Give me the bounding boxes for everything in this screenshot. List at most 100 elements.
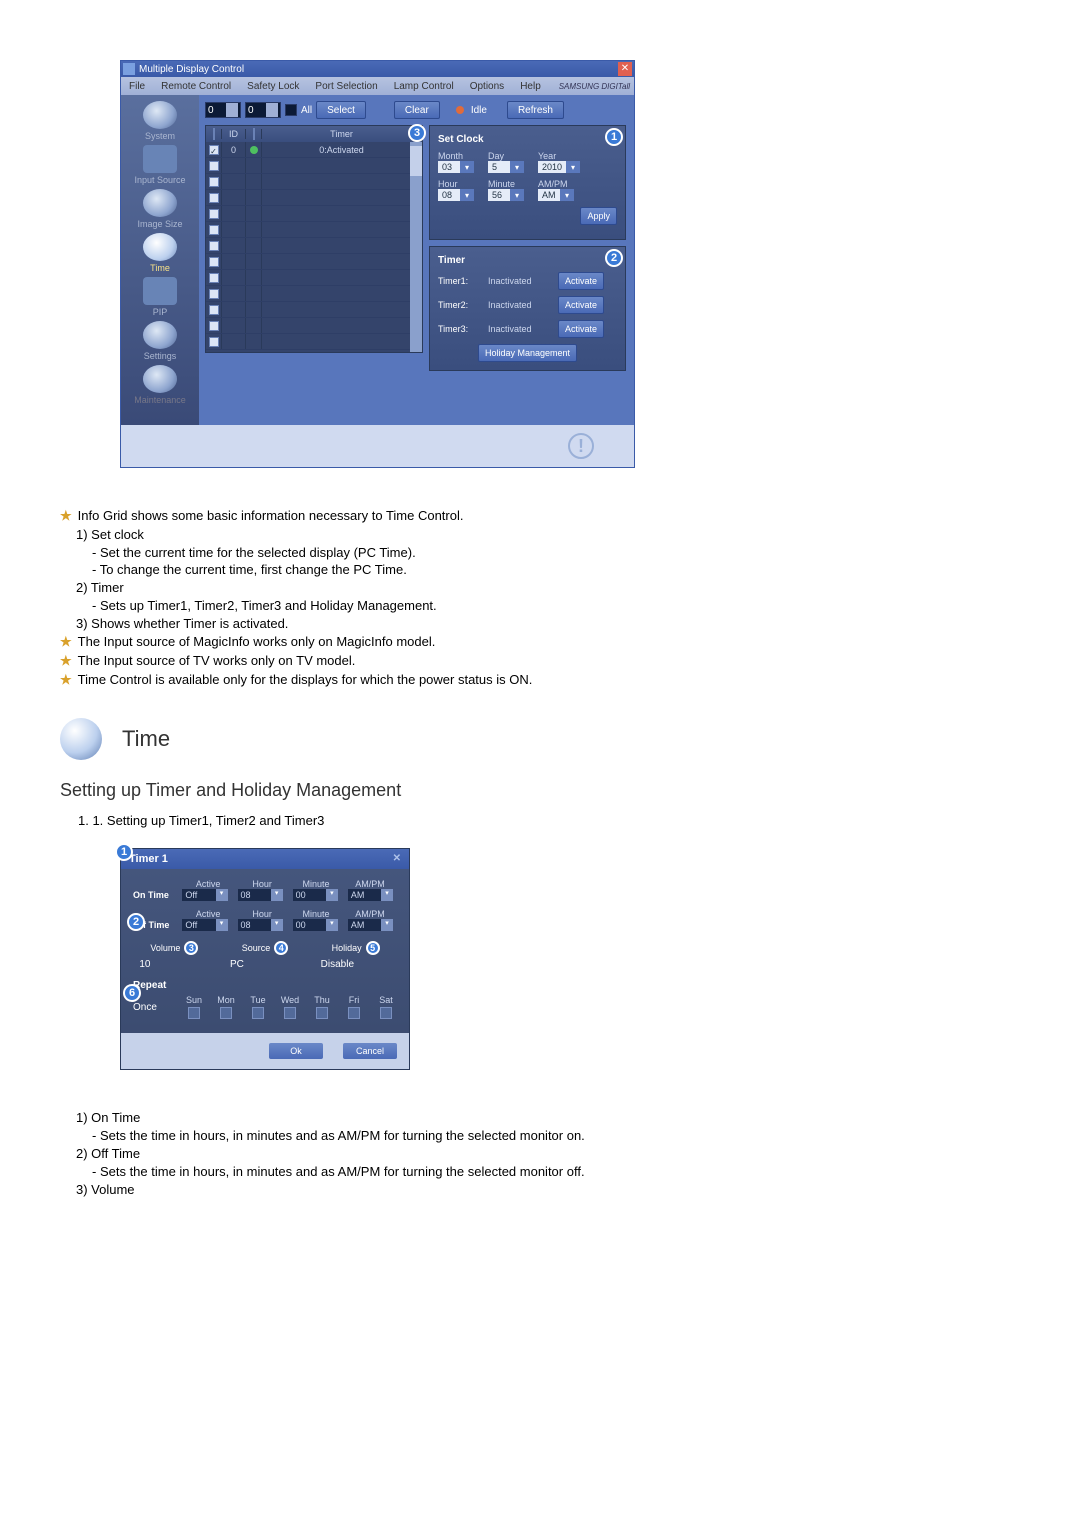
row-checkbox[interactable]	[209, 209, 219, 219]
grid-row[interactable]	[206, 206, 422, 222]
row-checkbox[interactable]	[209, 273, 219, 283]
row-checkbox[interactable]	[209, 177, 219, 187]
callout-1: 1	[605, 128, 623, 146]
repeat-select[interactable]: Once	[133, 1002, 173, 1013]
sidebar-item-image[interactable]: Image Size	[130, 189, 190, 229]
sidebar-item-time[interactable]: Time	[130, 233, 190, 273]
sidebar-item-input[interactable]: Input Source	[130, 145, 190, 185]
on-active-select[interactable]: Off	[182, 889, 227, 901]
activate-button[interactable]: Activate	[558, 320, 604, 338]
grid-row[interactable]	[206, 318, 422, 334]
ok-button[interactable]: Ok	[269, 1043, 323, 1059]
grid-row[interactable]	[206, 190, 422, 206]
grid-row[interactable]	[206, 238, 422, 254]
all-checkbox[interactable]	[285, 104, 297, 116]
day-select[interactable]: 5	[488, 161, 530, 173]
close-icon[interactable]: ✕	[393, 853, 401, 865]
cancel-button[interactable]: Cancel	[343, 1043, 397, 1059]
callout-1: 1	[115, 843, 133, 861]
dialog-footer: Ok Cancel	[121, 1033, 409, 1069]
sidebar-item-pip[interactable]: PIP	[130, 277, 190, 317]
col-ampm: AM/PM	[343, 879, 397, 889]
header-status-icon	[253, 128, 255, 140]
off-active-select[interactable]: Off	[182, 919, 227, 931]
header-checkbox-icon[interactable]	[213, 128, 215, 140]
system-icon	[143, 101, 177, 129]
menu-options[interactable]: Options	[466, 81, 508, 92]
grid-row[interactable]: 0 0:Activated	[206, 142, 422, 158]
month-select[interactable]: 03	[438, 161, 480, 173]
callout-3: 3	[408, 124, 426, 142]
spinner-to[interactable]: 0	[245, 102, 281, 118]
sidebar-item-maintenance[interactable]: Maintenance	[130, 365, 190, 405]
menu-remote[interactable]: Remote Control	[157, 81, 235, 92]
off-minute-select[interactable]: 00	[293, 919, 338, 931]
dialog-titlebar[interactable]: Timer 1 ✕	[121, 849, 409, 869]
day-checkbox[interactable]	[220, 1007, 232, 1019]
row-checkbox[interactable]	[209, 225, 219, 235]
hour-select[interactable]: 08	[438, 189, 480, 201]
scrollbar-thumb[interactable]	[410, 146, 422, 176]
apply-button[interactable]: Apply	[580, 207, 617, 225]
menu-port[interactable]: Port Selection	[311, 81, 381, 92]
menu-lamp[interactable]: Lamp Control	[390, 81, 458, 92]
day-checkbox[interactable]	[316, 1007, 328, 1019]
minute-select[interactable]: 56	[488, 189, 530, 201]
select-button[interactable]: Select	[316, 101, 366, 119]
row-checkbox[interactable]	[209, 257, 219, 267]
row-checkbox[interactable]	[209, 145, 219, 155]
activate-button[interactable]: Activate	[558, 272, 604, 290]
source-select[interactable]: PC	[230, 959, 300, 970]
scrollbar[interactable]	[410, 142, 422, 352]
grid-row[interactable]	[206, 158, 422, 174]
row-checkbox[interactable]	[209, 289, 219, 299]
grid-row[interactable]	[206, 334, 422, 350]
menu-safety[interactable]: Safety Lock	[243, 81, 303, 92]
menu-help[interactable]: Help	[516, 81, 545, 92]
toolbar: 0 0 All Select Clear Idle Refresh	[205, 101, 626, 119]
refresh-button[interactable]: Refresh	[507, 101, 564, 119]
clear-button[interactable]: Clear	[394, 101, 440, 119]
on-time-label: On Time	[133, 890, 176, 900]
day-checkbox[interactable]	[348, 1007, 360, 1019]
sidebar-item-settings[interactable]: Settings	[130, 321, 190, 361]
chevron-down-icon	[326, 889, 338, 901]
panel-title: Timer	[438, 255, 617, 266]
on-ampm-select[interactable]: AM	[348, 889, 393, 901]
grid-row[interactable]	[206, 174, 422, 190]
doc-line: Info Grid shows some basic information n…	[78, 508, 464, 524]
holiday-button[interactable]: Holiday Management	[478, 344, 577, 362]
grid-row[interactable]	[206, 270, 422, 286]
holiday-select[interactable]: Disable	[321, 959, 391, 970]
grid-row[interactable]	[206, 302, 422, 318]
on-hour-select[interactable]: 08	[238, 889, 283, 901]
year-select[interactable]: 2010	[538, 161, 580, 173]
row-checkbox[interactable]	[209, 321, 219, 331]
grid-row[interactable]	[206, 286, 422, 302]
row-checkbox[interactable]	[209, 305, 219, 315]
row-checkbox[interactable]	[209, 241, 219, 251]
day-checkbox[interactable]	[284, 1007, 296, 1019]
on-minute-select[interactable]: 00	[293, 889, 338, 901]
app-icon	[123, 63, 135, 75]
grid-row[interactable]	[206, 254, 422, 270]
row-checkbox[interactable]	[209, 161, 219, 171]
off-ampm-select[interactable]: AM	[348, 919, 393, 931]
ampm-select[interactable]: AM	[538, 189, 580, 201]
day-checkbox[interactable]	[380, 1007, 392, 1019]
activate-button[interactable]: Activate	[558, 296, 604, 314]
spinner-from[interactable]: 0	[205, 102, 241, 118]
day-checkbox[interactable]	[188, 1007, 200, 1019]
volume-select[interactable]: 10	[139, 959, 209, 970]
day-checkbox[interactable]	[252, 1007, 264, 1019]
sidebar-item-system[interactable]: System	[130, 101, 190, 141]
dialog-title: Timer 1	[129, 853, 168, 865]
close-icon[interactable]: ✕	[618, 62, 632, 76]
row-checkbox[interactable]	[209, 193, 219, 203]
off-hour-select[interactable]: 08	[238, 919, 283, 931]
menu-file[interactable]: File	[125, 81, 149, 92]
row-checkbox[interactable]	[209, 337, 219, 347]
grid-row[interactable]	[206, 222, 422, 238]
window-titlebar[interactable]: Multiple Display Control ✕	[121, 61, 634, 77]
year-label: Year	[538, 151, 580, 161]
